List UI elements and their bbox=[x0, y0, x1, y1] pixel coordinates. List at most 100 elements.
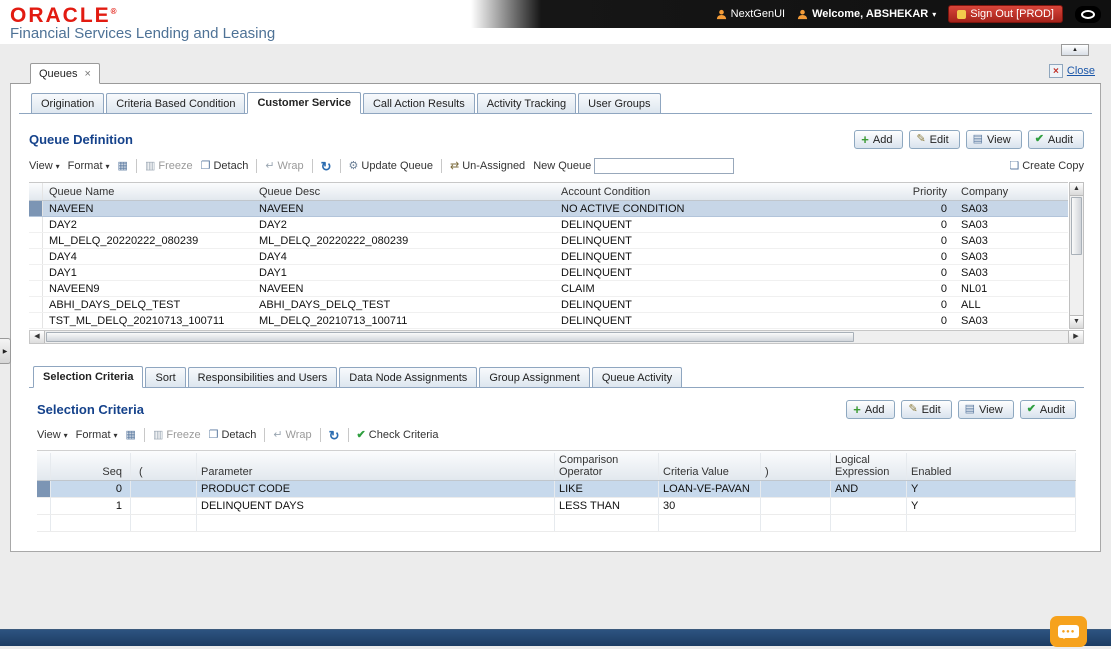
criteria-add-button[interactable]: + Add bbox=[846, 400, 896, 419]
doc-tab-close-icon[interactable]: × bbox=[85, 68, 91, 79]
column-header-priority[interactable]: Priority bbox=[867, 186, 953, 198]
criteria-format-menu[interactable]: Format ▾ bbox=[76, 429, 118, 441]
column-header-queue-name[interactable]: Queue Name bbox=[43, 186, 257, 198]
column-header-account-condition[interactable]: Account Condition bbox=[559, 186, 867, 198]
scroll-down-icon[interactable]: ▼ bbox=[1070, 315, 1083, 328]
scroll-left-icon[interactable]: ◀ bbox=[30, 331, 45, 343]
table-row[interactable]: DAY4 DAY4 DELINQUENT 0 SA03 bbox=[29, 249, 1068, 265]
top-user-bar: NextGenUI Welcome, ABSHEKAR ▾ Sign Out [… bbox=[471, 0, 1111, 28]
vertical-scroll-thumb[interactable] bbox=[1071, 197, 1082, 255]
column-header-queue-desc[interactable]: Queue Desc bbox=[257, 186, 559, 198]
scroll-right-icon[interactable]: ▶ bbox=[1068, 331, 1083, 343]
criteria-edit-button[interactable]: ✎ Edit bbox=[901, 400, 952, 419]
table-row[interactable]: NAVEEN9 NAVEEN CLAIM 0 NL01 bbox=[29, 281, 1068, 297]
subtab-queue-activity[interactable]: Queue Activity bbox=[591, 367, 683, 387]
chat-button[interactable]: ●●● bbox=[1050, 616, 1087, 647]
new-queue-input[interactable] bbox=[594, 158, 735, 174]
close-control: × Close bbox=[1048, 64, 1095, 78]
edit-button[interactable]: ✎ Edit bbox=[909, 130, 960, 149]
row-selector[interactable] bbox=[29, 313, 43, 328]
row-selector[interactable] bbox=[29, 297, 43, 312]
tab-customer-service[interactable]: Customer Service bbox=[247, 92, 361, 114]
table-row[interactable]: ML_DELQ_20220222_080239 ML_DELQ_20220222… bbox=[29, 233, 1068, 249]
close-window-icon[interactable]: × bbox=[1048, 64, 1063, 78]
subtab-data-node-assignments[interactable]: Data Node Assignments bbox=[339, 367, 478, 387]
collapse-panel-button[interactable]: ▲ bbox=[1061, 44, 1089, 56]
tab-origination[interactable]: Origination bbox=[31, 93, 105, 113]
detach-button[interactable]: ❐ Detach bbox=[201, 160, 249, 172]
query-by-example-icon[interactable]: ▦ bbox=[126, 429, 136, 441]
criteria-freeze-button[interactable]: ▥ Freeze bbox=[153, 429, 201, 441]
welcome-user-menu[interactable]: Welcome, ABSHEKAR ▾ bbox=[797, 8, 936, 20]
column-header-open-paren[interactable]: ( bbox=[131, 453, 197, 480]
subtab-responsibilities-and-users[interactable]: Responsibilities and Users bbox=[187, 367, 338, 387]
check-criteria-button[interactable]: ✔ Check Criteria bbox=[357, 429, 439, 441]
create-copy-button[interactable]: ❏ Create Copy bbox=[1009, 160, 1084, 172]
column-header-comparison-operator[interactable]: Comparison Operator bbox=[555, 453, 659, 480]
criteria-wrap-button[interactable]: ↵ Wrap bbox=[273, 429, 311, 441]
criteria-view-menu[interactable]: View ▾ bbox=[37, 429, 68, 441]
table-row[interactable]: DAY1 DAY1 DELINQUENT 0 SA03 bbox=[29, 265, 1068, 281]
subtab-group-assignment[interactable]: Group Assignment bbox=[479, 367, 590, 387]
tab-activity-tracking[interactable]: Activity Tracking bbox=[476, 93, 577, 113]
row-selector[interactable] bbox=[29, 265, 43, 280]
wrap-label: Wrap bbox=[277, 160, 304, 172]
column-header-close-paren[interactable]: ) bbox=[761, 453, 831, 480]
sign-out-button[interactable]: Sign Out [PROD] bbox=[948, 5, 1063, 23]
table-row[interactable]: 0 PRODUCT CODE LIKE LOAN-VE-PAVAN AND Y bbox=[37, 481, 1076, 498]
column-header-enabled[interactable]: Enabled bbox=[907, 453, 1076, 480]
add-button[interactable]: + Add bbox=[854, 130, 904, 149]
audit-button[interactable]: ✔ Audit bbox=[1027, 130, 1084, 149]
table-row[interactable]: TST_ML_DELQ_20210713_100711 ML_DELQ_2021… bbox=[29, 313, 1068, 329]
update-queue-button[interactable]: ⚙ Update Queue bbox=[349, 160, 433, 172]
cell-account-condition: DELINQUENT bbox=[561, 234, 632, 247]
criteria-detach-button[interactable]: ❐ Detach bbox=[209, 429, 257, 441]
column-header-company[interactable]: Company bbox=[953, 186, 1068, 198]
view-icon: ▤ bbox=[964, 403, 976, 415]
view-button[interactable]: ▤ View bbox=[965, 130, 1022, 149]
row-selector[interactable] bbox=[29, 217, 43, 232]
splitter-handle[interactable]: ▶ bbox=[0, 338, 11, 364]
column-header-seq[interactable]: Seq bbox=[51, 453, 131, 480]
application-window: ORACLE® Financial Services Lending and L… bbox=[0, 0, 1111, 649]
scroll-up-icon[interactable]: ▲ bbox=[1070, 183, 1083, 196]
row-selector[interactable] bbox=[37, 498, 51, 514]
column-header-parameter[interactable]: Parameter bbox=[197, 453, 555, 480]
horizontal-scrollbar[interactable]: ◀ ▶ bbox=[29, 330, 1084, 344]
column-header-logical-expression[interactable]: Logical Expression bbox=[831, 453, 907, 480]
criteria-audit-button[interactable]: ✔ Audit bbox=[1019, 400, 1076, 419]
format-menu[interactable]: Format ▾ bbox=[68, 160, 110, 172]
row-selector[interactable] bbox=[37, 481, 51, 497]
tab-criteria-based-condition[interactable]: Criteria Based Condition bbox=[106, 93, 246, 113]
refresh-icon[interactable]: ↻ bbox=[329, 429, 340, 442]
row-selector[interactable] bbox=[29, 201, 43, 216]
refresh-icon[interactable]: ↻ bbox=[321, 160, 332, 173]
criteria-view-button[interactable]: ▤ View bbox=[957, 400, 1014, 419]
table-row[interactable]: 1 DELINQUENT DAYS LESS THAN 30 Y bbox=[37, 498, 1076, 515]
wrap-button[interactable]: ↵ Wrap bbox=[265, 160, 303, 172]
column-header-criteria-value[interactable]: Criteria Value bbox=[659, 453, 761, 480]
freeze-button[interactable]: ▥ Freeze bbox=[145, 160, 193, 172]
main-tab-bar: Origination Criteria Based Condition Cus… bbox=[19, 84, 1092, 114]
unassigned-button[interactable]: ⇄ Un-Assigned bbox=[450, 160, 525, 172]
vertical-scrollbar[interactable]: ▲ ▼ bbox=[1069, 182, 1084, 329]
table-row[interactable]: ABHI_DAYS_DELQ_TEST ABHI_DAYS_DELQ_TEST … bbox=[29, 297, 1068, 313]
row-selector[interactable] bbox=[29, 233, 43, 248]
table-row[interactable]: DAY2 DAY2 DELINQUENT 0 SA03 bbox=[29, 217, 1068, 233]
close-link[interactable]: Close bbox=[1067, 65, 1095, 77]
session-toggle-icon[interactable] bbox=[1075, 5, 1101, 23]
vertical-scroll-track[interactable] bbox=[1070, 196, 1083, 315]
view-menu[interactable]: View ▾ bbox=[29, 160, 60, 172]
row-selector[interactable] bbox=[29, 249, 43, 264]
query-by-example-icon[interactable]: ▦ bbox=[118, 160, 128, 172]
subtab-selection-criteria[interactable]: Selection Criteria bbox=[33, 366, 144, 388]
horizontal-scroll-thumb[interactable] bbox=[46, 332, 855, 342]
doc-tab-queues[interactable]: Queues × bbox=[30, 63, 100, 84]
tab-call-action-results[interactable]: Call Action Results bbox=[362, 93, 475, 113]
horizontal-scroll-track[interactable] bbox=[45, 331, 1068, 343]
subtab-sort[interactable]: Sort bbox=[145, 367, 186, 387]
nextgenui-link[interactable]: NextGenUI bbox=[716, 8, 785, 20]
table-row[interactable]: NAVEEN NAVEEN NO ACTIVE CONDITION 0 SA03 bbox=[29, 201, 1068, 217]
row-selector[interactable] bbox=[29, 281, 43, 296]
tab-user-groups[interactable]: User Groups bbox=[578, 93, 661, 113]
